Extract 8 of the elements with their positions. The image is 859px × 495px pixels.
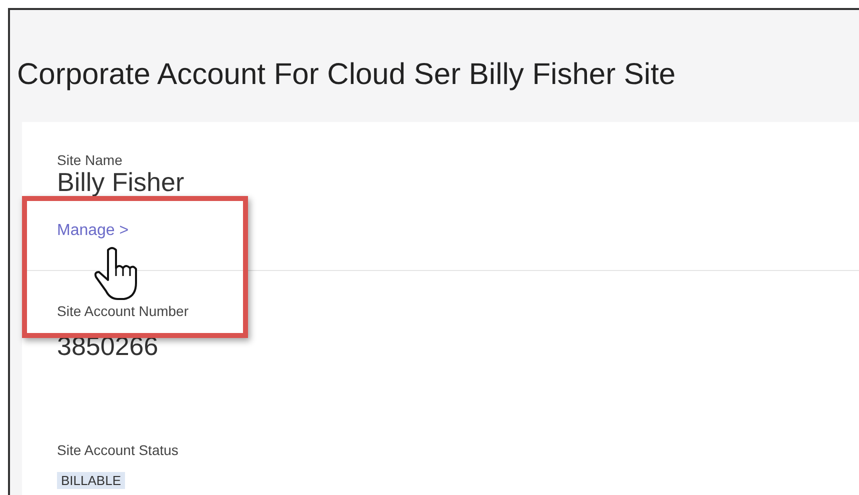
status-badge: BILLABLE — [57, 472, 125, 489]
page-title: Corporate Account For Cloud Ser Billy Fisher Site — [16, 57, 677, 93]
hand-cursor-icon — [94, 246, 138, 300]
field-value: Billy Fisher — [57, 168, 184, 196]
field-label: Site Account Number — [57, 303, 189, 319]
manage-link[interactable]: Manage > — [57, 222, 129, 240]
field-label: Site Name — [57, 152, 122, 168]
field-label: Site Account Status — [57, 442, 178, 458]
